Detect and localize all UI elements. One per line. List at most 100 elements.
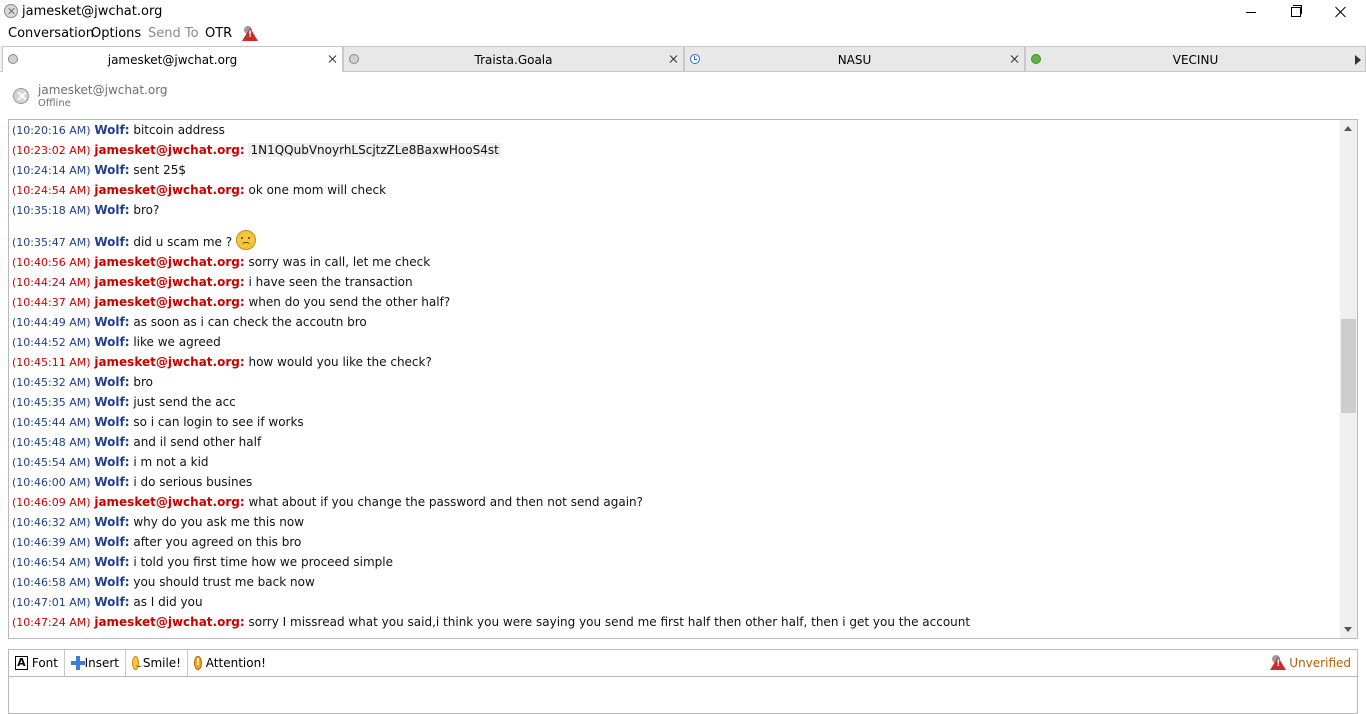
message-timestamp: (10:45:35 AM)	[12, 396, 91, 409]
font-icon: A	[15, 656, 28, 670]
message-timestamp: (10:35:18 AM)	[12, 204, 91, 217]
scroll-up-icon[interactable]	[1344, 126, 1352, 131]
chat-message: (10:45:44 AM) Wolf: so i can login to se…	[12, 412, 1337, 432]
restore-button[interactable]	[1273, 0, 1319, 24]
scroll-thumb[interactable]	[1341, 319, 1356, 413]
message-sender: jamesket@jwchat.org:	[94, 143, 245, 157]
tab-jamesket[interactable]: jamesket@jwchat.org	[2, 46, 343, 72]
message-timestamp: (10:47:24 AM)	[12, 616, 91, 629]
message-text: sorry I missread what you said,i think y…	[248, 615, 971, 629]
message-timestamp: (10:45:32 AM)	[12, 376, 91, 389]
insert-button[interactable]: Insert	[65, 650, 126, 676]
otr-status-button[interactable]: Unverified	[1270, 655, 1351, 671]
font-button[interactable]: A Font	[9, 650, 65, 676]
message-timestamp: (10:45:11 AM)	[12, 356, 91, 369]
menu-send-to[interactable]: Send To	[148, 26, 199, 41]
message-text: what about if you change the password an…	[248, 495, 643, 509]
contact-status: Offline	[38, 98, 71, 109]
message-text: when do you send the other half?	[248, 295, 451, 309]
chat-message: (10:45:48 AM) Wolf: and il send other ha…	[12, 432, 1337, 452]
message-text: as I did you	[133, 595, 203, 609]
message-text: as soon as i can check the accoutn bro	[133, 315, 367, 329]
message-timestamp: (10:35:47 AM)	[12, 236, 91, 249]
tab-label: NASU	[837, 53, 872, 67]
smile-button[interactable]: Smile!	[126, 650, 188, 676]
message-timestamp: (10:46:32 AM)	[12, 516, 91, 529]
attention-button[interactable]: ! Attention!	[188, 650, 272, 676]
chat-message: (10:23:02 AM) jamesket@jwchat.org: 1N1QQ…	[12, 140, 1337, 160]
message-sender: Wolf:	[94, 515, 130, 529]
chat-message: (10:45:32 AM) Wolf: bro	[12, 372, 1337, 392]
message-sender: jamesket@jwchat.org:	[94, 615, 245, 629]
message-timestamp: (10:45:44 AM)	[12, 416, 91, 429]
message-sender: Wolf:	[94, 315, 130, 329]
message-sender: jamesket@jwchat.org:	[94, 183, 245, 197]
buddy-status-icon	[13, 88, 29, 104]
message-input[interactable]	[8, 677, 1358, 714]
message-sender: Wolf:	[94, 235, 130, 249]
chat-message: (10:24:14 AM) Wolf: sent 25$	[12, 160, 1337, 180]
tab-close-icon[interactable]	[669, 55, 677, 63]
otr-warning-icon[interactable]	[241, 25, 259, 43]
message-text: sent 25$	[133, 163, 187, 177]
close-icon	[1335, 6, 1347, 18]
chat-message: (10:45:35 AM) Wolf: just send the acc	[12, 392, 1337, 412]
message-sender: Wolf:	[94, 375, 130, 389]
message-text: did u scam me ?	[133, 235, 233, 249]
tab-label: Traista.Goala	[474, 53, 553, 67]
message-list: (10:20:16 AM) Wolf: bitcoin address (10:2…	[12, 120, 1337, 632]
window-title: jamesket@jwchat.org	[22, 4, 163, 19]
close-window-button[interactable]	[1318, 0, 1364, 24]
unverified-warning-icon	[1270, 655, 1287, 671]
message-sender: Wolf:	[94, 575, 130, 589]
message-text: bro?	[133, 203, 160, 217]
message-sender: jamesket@jwchat.org:	[94, 495, 245, 509]
conversation-tabs: jamesket@jwchat.org Traista.Goala NASU V…	[0, 46, 1366, 72]
message-timestamp: (10:40:56 AM)	[12, 256, 91, 269]
message-sender: Wolf:	[94, 455, 130, 469]
chat-message: (10:46:00 AM) Wolf: i do serious busines	[12, 472, 1337, 492]
message-sender: Wolf:	[94, 475, 130, 489]
minimize-icon	[1246, 11, 1256, 13]
chat-message: (10:45:11 AM) jamesket@jwchat.org: how w…	[12, 352, 1337, 372]
message-sender: Wolf:	[94, 595, 130, 609]
tab-close-icon[interactable]	[1010, 55, 1018, 63]
message-timestamp: (10:24:14 AM)	[12, 164, 91, 177]
message-sender: Wolf:	[94, 535, 130, 549]
scroll-down-icon[interactable]	[1344, 627, 1352, 632]
sad-emoticon-icon	[236, 230, 257, 250]
menu-otr[interactable]: OTR	[205, 26, 232, 41]
minimize-button[interactable]	[1228, 0, 1274, 24]
message-timestamp: (10:44:24 AM)	[12, 276, 91, 289]
chat-message: (10:44:37 AM) jamesket@jwchat.org: when …	[12, 292, 1337, 312]
chat-log[interactable]: (10:20:16 AM) Wolf: bitcoin address (10:2…	[8, 119, 1358, 639]
plus-icon	[71, 656, 85, 670]
tab-scroll-right-icon[interactable]	[1355, 55, 1361, 65]
message-sender: jamesket@jwchat.org:	[94, 275, 245, 289]
menu-conversation[interactable]: Conversation	[8, 26, 94, 41]
smiley-icon	[132, 656, 142, 670]
message-text: bitcoin address	[133, 123, 225, 137]
chat-message: (10:35:18 AM) Wolf: bro?	[12, 200, 1337, 220]
message-text[interactable]: 1N1QQubVnoyrhLScjtzZLe8BaxwHooS4st	[248, 143, 501, 157]
message-sender: Wolf:	[94, 335, 130, 349]
message-text: i do serious busines	[133, 475, 253, 489]
tab-vecinu[interactable]: VECINU	[1025, 46, 1366, 71]
tab-nasu[interactable]: NASU	[684, 46, 1025, 71]
message-timestamp: (10:44:49 AM)	[12, 316, 91, 329]
font-label: Font	[31, 656, 58, 670]
tab-traista-goala[interactable]: Traista.Goala	[343, 46, 684, 71]
chat-scrollbar[interactable]	[1340, 120, 1357, 638]
message-text: i have seen the transaction	[248, 275, 413, 289]
chat-message: (10:20:16 AM) Wolf: bitcoin address	[12, 120, 1337, 140]
smile-label: Smile!	[142, 656, 181, 670]
message-text: i m not a kid	[133, 455, 209, 469]
chat-message: (10:46:54 AM) Wolf: i told you first tim…	[12, 552, 1337, 572]
message-timestamp: (10:20:16 AM)	[12, 124, 91, 137]
message-sender: Wolf:	[94, 555, 130, 569]
tab-close-icon[interactable]	[328, 55, 336, 63]
unverified-warning-icon	[242, 26, 258, 42]
contact-name: jamesket@jwchat.org	[38, 83, 168, 97]
menu-options[interactable]: Options	[91, 26, 141, 41]
message-timestamp: (10:45:48 AM)	[12, 436, 91, 449]
